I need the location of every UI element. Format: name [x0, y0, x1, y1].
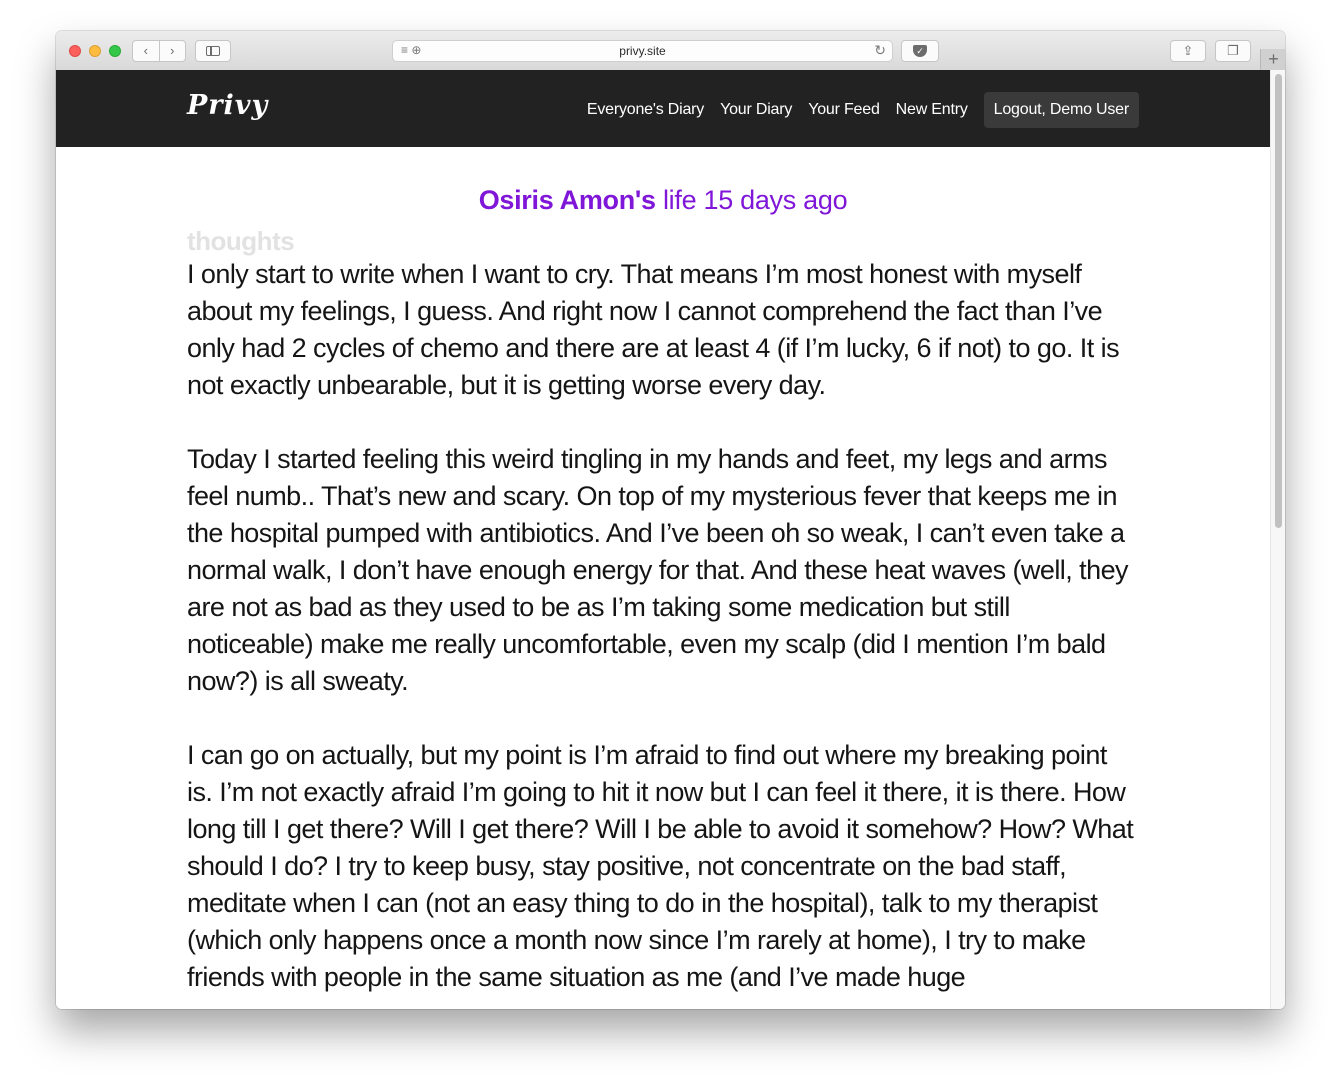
browser-window: ‹ › ≡ ⊕ privy.site ↻ ✓ ⇪ ❐ + Privy Every…	[56, 31, 1285, 1009]
pocket-button[interactable]: ✓	[901, 40, 939, 62]
entry-paragraph: I only start to write when I want to cry…	[187, 259, 1120, 400]
sidebar-icon	[206, 46, 220, 56]
pocket-icon: ✓	[913, 45, 927, 57]
minimize-window-button[interactable]	[89, 45, 101, 57]
forward-button[interactable]: ›	[160, 41, 186, 61]
history-nav-group: ‹ ›	[132, 40, 186, 62]
page-viewport: Privy Everyone's Diary Your Diary Your F…	[56, 70, 1270, 1009]
entry-title-rest: life 15 days ago	[662, 185, 848, 215]
entry-body: I only start to write when I want to cry…	[187, 256, 1139, 996]
share-icon: ⇪	[1182, 43, 1194, 58]
entry-content: Osiris Amon's life 15 days ago thoughts …	[187, 147, 1139, 1009]
entry-title: Osiris Amon's life 15 days ago	[187, 185, 1139, 216]
reload-icon[interactable]: ↻	[874, 42, 886, 59]
nav-link-your-diary[interactable]: Your Diary	[720, 101, 792, 119]
entry-paragraph: I can go on actually, but my point is I’…	[187, 740, 1134, 992]
site-navbar: Privy Everyone's Diary Your Diary Your F…	[56, 70, 1270, 147]
logout-button[interactable]: Logout, Demo User	[983, 92, 1139, 128]
show-tabs-button[interactable]: ❐	[1215, 40, 1251, 62]
nav-link-everyones-diary[interactable]: Everyone's Diary	[587, 101, 704, 119]
site-logo[interactable]: Privy	[187, 90, 268, 121]
back-button[interactable]: ‹	[133, 41, 159, 61]
browser-titlebar: ‹ › ≡ ⊕ privy.site ↻ ✓ ⇪ ❐ +	[56, 31, 1285, 71]
nav-links: Everyone's Diary Your Diary Your Feed Ne…	[571, 92, 1139, 128]
sidebar-toggle-button[interactable]	[195, 40, 231, 62]
zoom-window-button[interactable]	[109, 45, 121, 57]
nav-link-your-feed[interactable]: Your Feed	[808, 101, 880, 119]
entry-author-link[interactable]: Osiris Amon's	[479, 185, 656, 215]
tabs-icon: ❐	[1227, 43, 1239, 58]
share-button[interactable]: ⇪	[1170, 40, 1206, 62]
new-tab-button[interactable]: +	[1260, 49, 1285, 70]
address-bar[interactable]: ≡ ⊕ privy.site ↻	[392, 40, 893, 62]
close-window-button[interactable]	[69, 45, 81, 57]
scrollbar-thumb[interactable]	[1275, 74, 1282, 528]
vertical-scrollbar[interactable]	[1270, 70, 1285, 1009]
nav-link-new-entry[interactable]: New Entry	[896, 101, 968, 119]
url-text[interactable]: privy.site	[393, 44, 892, 58]
entry-paragraph: Today I started feeling this weird tingl…	[187, 444, 1129, 696]
entry-category: thoughts	[187, 226, 295, 256]
